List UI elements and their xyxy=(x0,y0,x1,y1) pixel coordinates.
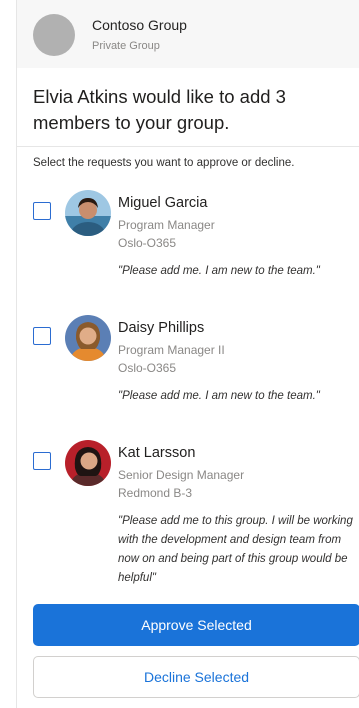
person-avatar-icon xyxy=(65,190,111,236)
instruction-text: Select the requests you want to approve … xyxy=(33,157,295,169)
group-header: Contoso Group Private Group xyxy=(17,0,359,68)
group-avatar xyxy=(33,14,75,56)
requester-name: Miguel Garcia xyxy=(118,195,208,211)
requester-location: Oslo-O365 xyxy=(118,236,177,250)
request-title: Elvia Atkins would like to add 3 members… xyxy=(33,86,286,133)
avatar xyxy=(65,190,111,236)
request-checkbox[interactable] xyxy=(33,452,51,470)
divider xyxy=(17,146,359,147)
decline-selected-button[interactable]: Decline Selected xyxy=(33,656,359,698)
requester-role: Senior Design Manager xyxy=(118,468,245,482)
approve-selected-button[interactable]: Approve Selected xyxy=(33,604,359,646)
person-avatar-icon xyxy=(65,440,111,486)
approval-card: Contoso Group Private Group Elvia Atkins… xyxy=(16,0,359,708)
request-checkbox[interactable] xyxy=(33,202,51,220)
requester-location: Redmond B-3 xyxy=(118,486,193,500)
requester-name: Kat Larsson xyxy=(118,445,196,461)
requester-role: Program Manager xyxy=(118,218,215,232)
request-checkbox[interactable] xyxy=(33,327,51,345)
requester-name: Daisy Phillips xyxy=(118,320,205,336)
avatar xyxy=(65,315,111,361)
requester-location: Oslo-O365 xyxy=(118,361,177,375)
requester-role: Program Manager II xyxy=(118,343,225,357)
person-avatar-icon xyxy=(65,315,111,361)
group-name: Contoso Group xyxy=(92,17,187,33)
request-quote: "Please add me. I am new to the team." xyxy=(118,390,320,402)
request-quote: "Please add me. I am new to the team." xyxy=(118,265,320,277)
group-type: Private Group xyxy=(92,40,160,52)
avatar xyxy=(65,440,111,486)
request-quote: "Please add me to this group. I will be … xyxy=(118,515,353,584)
